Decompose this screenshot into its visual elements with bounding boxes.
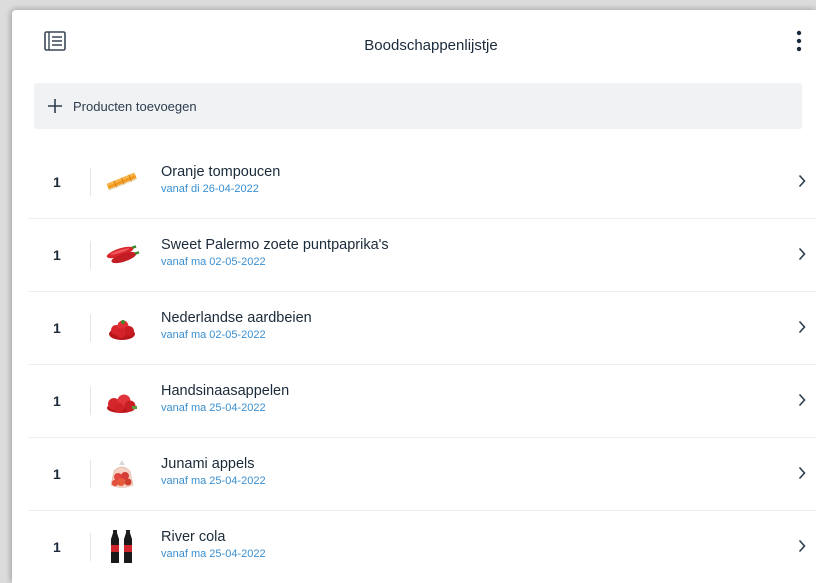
- cola-thumbnail: [103, 527, 141, 567]
- chevron-right-icon[interactable]: [798, 320, 806, 334]
- divider: [90, 314, 91, 342]
- list-icon[interactable]: [44, 31, 66, 51]
- more-vertical-icon[interactable]: [796, 30, 802, 52]
- plus-icon: [48, 99, 62, 113]
- item-offer-date: vanaf ma 25-04-2022: [161, 401, 266, 414]
- list-item[interactable]: 1 Nederlandse aardbeien vanaf ma 02-05-2…: [28, 292, 816, 365]
- quantity[interactable]: 1: [28, 393, 78, 409]
- paprika-thumbnail: [103, 235, 141, 275]
- divider: [90, 460, 91, 488]
- item-offer-date: vanaf ma 02-05-2022: [161, 255, 266, 268]
- divider: [90, 387, 91, 415]
- app-window: Boodschappenlijstje Producten toevoegen …: [12, 10, 816, 583]
- item-name: Nederlandse aardbeien: [161, 309, 312, 326]
- header: Boodschappenlijstje: [12, 10, 816, 76]
- item-texts: Junami appels vanaf ma 25-04-2022: [161, 456, 266, 487]
- item-texts: Handsinaasappelen vanaf ma 25-04-2022: [161, 383, 289, 414]
- chevron-right-icon[interactable]: [798, 466, 806, 480]
- chevron-right-icon[interactable]: [798, 174, 806, 188]
- item-name: River cola: [161, 528, 226, 545]
- list-item[interactable]: 1 River cola vanaf ma 25-04-2022: [28, 511, 816, 583]
- appels-thumbnail: [103, 454, 141, 494]
- chevron-right-icon[interactable]: [798, 247, 806, 261]
- chevron-right-icon[interactable]: [798, 393, 806, 407]
- list-item[interactable]: 1 Junami appels vanaf ma 25-04-2022: [28, 438, 816, 511]
- item-offer-date: vanaf ma 25-04-2022: [161, 474, 266, 487]
- divider: [90, 168, 91, 196]
- item-offer-date: vanaf di 26-04-2022: [161, 182, 259, 195]
- chevron-right-icon[interactable]: [798, 539, 806, 553]
- add-products-label: Producten toevoegen: [73, 98, 197, 114]
- quantity[interactable]: 1: [28, 174, 78, 190]
- list-item[interactable]: 1 Sweet Palermo zoete puntpaprika's vana…: [28, 219, 816, 292]
- quantity[interactable]: 1: [28, 539, 78, 555]
- shopping-list: 1 Oranje tompoucen vanaf di 26-04-2022 1…: [28, 146, 816, 583]
- item-offer-date: vanaf ma 25-04-2022: [161, 547, 266, 560]
- list-item[interactable]: 1 Oranje tompoucen vanaf di 26-04-2022: [28, 146, 816, 219]
- quantity[interactable]: 1: [28, 320, 78, 336]
- item-texts: Nederlandse aardbeien vanaf ma 02-05-202…: [161, 310, 312, 341]
- quantity[interactable]: 1: [28, 247, 78, 263]
- quantity[interactable]: 1: [28, 466, 78, 482]
- page-title: Boodschappenlijstje: [364, 36, 498, 54]
- divider: [90, 241, 91, 269]
- aardbeien-thumbnail: [103, 308, 141, 348]
- item-texts: Oranje tompoucen vanaf di 26-04-2022: [161, 164, 280, 195]
- list-item[interactable]: 1 Handsinaasappelen vanaf ma 25-04-2022: [28, 365, 816, 438]
- item-name: Handsinaasappelen: [161, 382, 290, 399]
- item-texts: Sweet Palermo zoete puntpaprika's vanaf …: [161, 237, 389, 268]
- item-name: Sweet Palermo zoete puntpaprika's: [161, 236, 389, 253]
- item-name: Oranje tompoucen: [161, 163, 281, 180]
- item-name: Junami appels: [161, 455, 255, 472]
- divider: [90, 533, 91, 561]
- item-texts: River cola vanaf ma 25-04-2022: [161, 529, 266, 560]
- sinaasappelen-thumbnail: [103, 381, 141, 421]
- add-products-button[interactable]: Producten toevoegen: [34, 83, 802, 129]
- item-offer-date: vanaf ma 02-05-2022: [161, 328, 266, 341]
- tompoucen-thumbnail: [103, 162, 141, 202]
